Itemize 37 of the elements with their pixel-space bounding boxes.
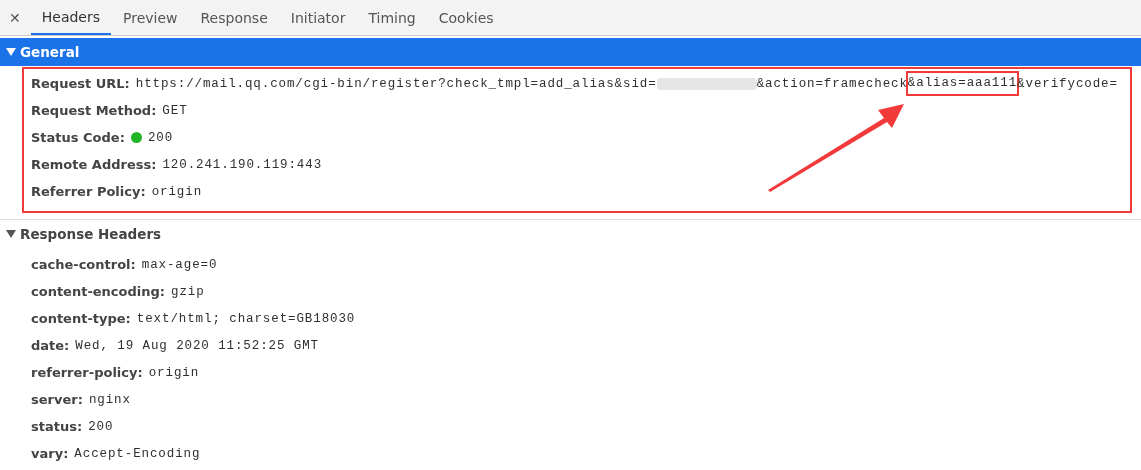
header-value: 200 — [88, 419, 114, 434]
header-name: cache-control: — [31, 257, 136, 272]
tab[interactable]: Preview — [112, 0, 189, 35]
header-value: Wed, 19 Aug 2020 11:52:25 GMT — [75, 338, 319, 353]
section-title: Response Headers — [20, 226, 162, 242]
header-value: 120.241.190.119:443 — [162, 157, 323, 172]
section-title: General — [20, 44, 80, 60]
section-header[interactable]: General — [0, 38, 1141, 66]
header-value: GET — [162, 103, 188, 118]
section-header[interactable]: Response Headers — [0, 219, 1141, 248]
tab[interactable]: Cookies — [427, 0, 505, 35]
header-name: server: — [31, 392, 83, 407]
tab[interactable]: Headers — [30, 0, 111, 35]
header-value: gzip — [171, 284, 205, 299]
header-name: content-encoding: — [31, 284, 166, 299]
header-name: vary: — [31, 446, 69, 461]
tab[interactable]: Response — [189, 0, 279, 35]
header-name: status: — [31, 419, 83, 434]
header-name: Referrer Policy: — [31, 184, 146, 199]
tab[interactable]: Timing — [357, 0, 427, 35]
header-value: text/html; charset=GB18030 — [136, 311, 356, 326]
close-button[interactable]: ✕ — [0, 0, 31, 35]
header-name: date: — [31, 338, 70, 353]
header-value: Accept-Encoding — [74, 446, 201, 461]
header-value: origin — [148, 365, 200, 380]
header-value: origin — [151, 184, 203, 199]
header-name: content-type: — [31, 311, 131, 326]
tab[interactable]: Initiator — [279, 0, 357, 35]
header-value: 200 — [147, 130, 174, 145]
header-name: referrer-policy: — [31, 365, 143, 380]
header-value: https://mail.qq.com/cgi-bin/register?check_tmpl=add_alias&sid= — [135, 76, 657, 91]
header-name: Status Code: — [31, 130, 125, 145]
header-name: Request URL: — [31, 76, 130, 91]
header-value: max-age=0 — [141, 257, 218, 272]
header-name: Request Method: — [31, 103, 157, 118]
header-value: nginx — [88, 392, 131, 407]
header-name: Remote Address: — [31, 157, 157, 172]
